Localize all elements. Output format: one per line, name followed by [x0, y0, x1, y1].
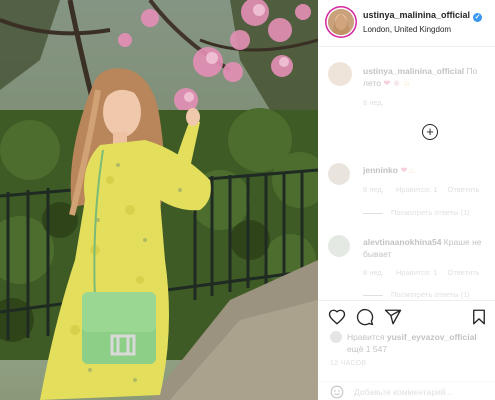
comment-likes[interactable]: Нравится: 1 [396, 268, 437, 277]
reply-button[interactable]: Ответить [448, 268, 480, 277]
comment-username[interactable]: alevtinaanokhina54 [363, 237, 441, 247]
avatar[interactable] [328, 9, 354, 35]
caption-text2: лето [363, 78, 381, 88]
bookmark-icon[interactable] [470, 308, 488, 326]
caption-text: По [466, 66, 478, 76]
comment-input[interactable]: Добавьте комментарий... [354, 387, 453, 397]
avatar-image [328, 9, 354, 35]
liked-by-avatar[interactable] [330, 331, 342, 343]
plus-circle-icon[interactable]: + [422, 124, 438, 140]
username-text[interactable]: ustinya_malinina_official [363, 10, 470, 20]
post-photo[interactable] [0, 0, 318, 400]
post-time: 12 ЧАСОВ [330, 360, 367, 367]
liked-by-line1: Нравится yusif_eyvazov_official [330, 331, 495, 343]
caption-text-line2: лето ❤ ❀ ☺ [363, 78, 411, 89]
caption-time: 8 нед. [363, 98, 384, 107]
view-replies-button[interactable]: Посмотреть ответы (1) [363, 290, 470, 299]
add-comment-bar: Добавьте комментарий... [318, 381, 495, 400]
caption-text-line1: ustinya_malinina_official По [363, 66, 477, 76]
comment-time: 8 нед. [363, 268, 384, 277]
comment-avatar[interactable] [328, 163, 350, 185]
comment-text: alevtinaanokhina54 Краше не [363, 237, 482, 247]
caption-avatar[interactable] [328, 62, 352, 86]
comment-meta: 8 нед. Нравится: 1 Ответить [363, 268, 480, 277]
reply-button[interactable]: Ответить [448, 185, 480, 194]
comment-body: Краше не [443, 237, 482, 247]
caption-username[interactable]: ustinya_malinina_official [363, 66, 464, 76]
heart-icon[interactable] [328, 308, 346, 326]
photo-image [0, 0, 318, 400]
comment-likes[interactable]: Нравится: 1 [396, 185, 437, 194]
caption-emoji-icon: ☺ [402, 78, 411, 88]
post-actions: Нравится yusif_eyvazov_official ещё 1 54… [318, 300, 495, 400]
post-header: ustinya_malinina_official ✓ London, Unite… [318, 0, 495, 47]
liked-by: Нравится yusif_eyvazov_official ещё 1 54… [330, 331, 495, 355]
caption-emoji-icon: ❀ [392, 78, 400, 88]
comment-item: alevtinaanokhina54 Краше не бывает 8 нед… [318, 232, 495, 300]
post-side-panel: ustinya_malinina_official ✓ London, Unite… [318, 0, 495, 400]
comment-item: jenninko ❤♨ 8 нед. Нравится: 1 Ответить … [318, 160, 495, 220]
comment-emoji-icon: ♨ [407, 165, 416, 175]
comment-avatar[interactable] [328, 235, 350, 257]
share-icon[interactable] [384, 308, 402, 326]
comment-meta: 8 нед. Нравится: 1 Ответить [363, 185, 480, 194]
location-link[interactable]: London, United Kingdom [363, 25, 451, 34]
caption: ustinya_malinina_official По лето ❤ ❀ ☺ … [318, 58, 495, 118]
comment-body-line2: бывает [363, 249, 392, 259]
comment-text: jenninko ❤♨ [363, 165, 415, 176]
view-replies-button[interactable]: Посмотреть ответы (1) [363, 208, 470, 217]
liked-by-count[interactable]: ещё 1 547 [330, 343, 495, 355]
username[interactable]: ustinya_malinina_official ✓ [363, 10, 483, 22]
caption-emoji-icon: ❤ [383, 78, 391, 88]
comment-username[interactable]: jenninko [363, 165, 398, 175]
verified-badge-icon: ✓ [473, 13, 483, 22]
comment-time: 8 нед. [363, 185, 384, 194]
comment-icon[interactable] [356, 308, 374, 326]
smile-icon[interactable] [330, 385, 344, 399]
liked-by-user[interactable]: yusif_eyvazov_official [387, 332, 477, 342]
liked-by-prefix: Нравится [347, 332, 385, 342]
